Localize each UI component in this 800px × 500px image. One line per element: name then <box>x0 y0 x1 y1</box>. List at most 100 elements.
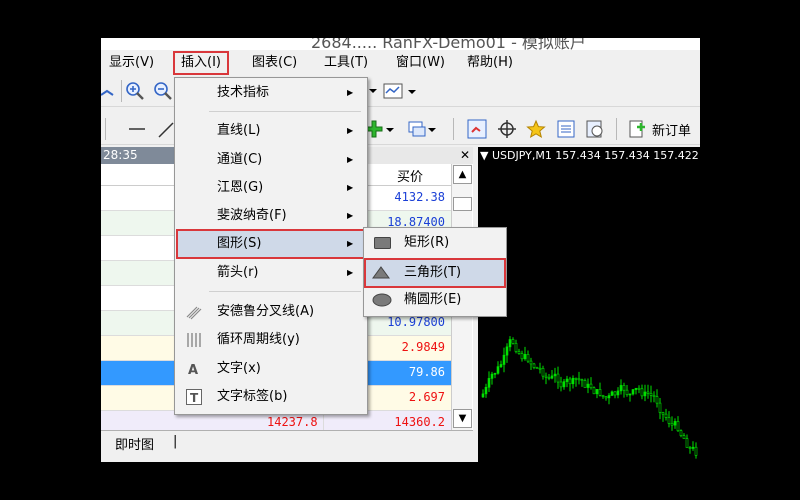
submenu-arrow-icon: ▶ <box>347 268 354 277</box>
ask-value: 2.9849 <box>401 340 445 354</box>
menu-item-cycle-lines[interactable]: 循环周期线(y) <box>177 327 365 353</box>
menu-item-label: 江恩(G) <box>217 180 264 195</box>
navigator-icon[interactable] <box>585 119 605 139</box>
menu-item-label: 斐波纳奇(F) <box>217 208 287 223</box>
candle-body <box>514 343 518 352</box>
cycle-lines-icon <box>185 331 203 349</box>
menu-item-andrews-pitchfork[interactable]: 安德鲁分叉线(A) <box>177 299 365 325</box>
scroll-down-icon[interactable]: ▼ <box>453 409 472 428</box>
menu-insert[interactable]: 插入(I) <box>173 51 229 75</box>
data-window-icon[interactable] <box>556 119 576 139</box>
new-order-icon[interactable] <box>627 119 647 139</box>
menu-item-lines[interactable]: 直线(L) ▶ <box>177 118 365 144</box>
bid-value: 14237.8 <box>267 415 318 429</box>
toolbar-icon[interactable] <box>101 81 119 101</box>
horizontal-line-icon[interactable] <box>127 119 147 139</box>
chevron-down-icon[interactable] <box>404 81 424 101</box>
menu-item-label: 安德鲁分叉线(A) <box>217 304 315 319</box>
candle-body <box>643 391 647 397</box>
candle-body <box>616 390 620 396</box>
favorites-icon[interactable] <box>526 119 546 139</box>
submenu-arrow-icon: ▶ <box>347 211 354 220</box>
zoom-in-icon[interactable] <box>125 81 145 101</box>
candle-body <box>523 354 527 360</box>
menu-item-text[interactable]: A 文字(x) <box>177 356 365 382</box>
toolbar-separator <box>616 118 617 140</box>
tab-separator: | <box>173 434 178 449</box>
candle-body <box>535 367 539 369</box>
toolbar-separator <box>121 80 122 102</box>
chart-template-icon[interactable] <box>383 81 403 101</box>
ask-value: 2.697 <box>408 390 445 404</box>
submenu-arrow-icon: ▶ <box>347 126 354 135</box>
candle-body <box>601 395 605 397</box>
chevron-down-icon[interactable] <box>424 119 444 139</box>
toolbar-dropdown-icon[interactable] <box>365 81 385 101</box>
crosshair-icon[interactable] <box>497 119 517 139</box>
menu-view[interactable]: 显示(V) <box>103 53 160 73</box>
chevron-down-icon[interactable] <box>382 119 402 139</box>
menu-item-ellipse[interactable]: 椭圆形(E) <box>366 287 504 313</box>
menu-window[interactable]: 窗口(W) <box>390 53 451 73</box>
menu-tools[interactable]: 工具(T) <box>318 53 374 73</box>
candle-body <box>694 446 698 456</box>
ask-value: 14360.2 <box>394 415 445 429</box>
menu-item-shapes[interactable]: 图形(S) ▶ <box>176 229 366 259</box>
candlestick-series <box>481 336 698 459</box>
menu-separator <box>209 291 361 292</box>
candle-body <box>583 380 587 388</box>
candle-body <box>628 393 632 396</box>
menu-item-label: 椭圆形(E) <box>404 292 462 307</box>
title-bar: 2684..... RanFX-Demo01 - 模拟账户 <box>101 38 700 50</box>
candle-body <box>670 423 674 426</box>
close-icon[interactable]: ✕ <box>459 147 471 164</box>
candle-body <box>667 417 671 424</box>
candle-body <box>565 378 569 382</box>
candle-body <box>679 430 683 436</box>
ask-column-header[interactable]: 买价 <box>397 166 423 185</box>
candle-body <box>487 378 491 388</box>
menu-item-triangle[interactable]: 三角形(T) <box>364 258 506 288</box>
menu-item-fibonacci[interactable]: 斐波纳奇(F) ▶ <box>177 203 365 229</box>
menu-item-label: 通道(C) <box>217 152 263 167</box>
candle-body <box>484 386 488 395</box>
scroll-thumb[interactable] <box>453 197 472 211</box>
candle-body <box>562 381 566 388</box>
new-order-button[interactable]: 新订单 <box>652 120 691 139</box>
menu-charts[interactable]: 图表(C) <box>246 53 303 73</box>
scroll-up-icon[interactable]: ▲ <box>453 165 472 184</box>
candle-body <box>691 446 695 449</box>
candle-body <box>688 447 692 449</box>
shapes-submenu: 矩形(R) 三角形(T) 椭圆形(E) <box>363 227 507 317</box>
tab-tick-chart[interactable]: 即时图 <box>115 434 154 453</box>
menu-help[interactable]: 帮助(H) <box>461 53 519 73</box>
candle-body <box>625 389 629 395</box>
menu-item-rectangle[interactable]: 矩形(R) <box>366 230 504 256</box>
submenu-arrow-icon: ▶ <box>347 88 354 97</box>
menu-item-label: 文字标签(b) <box>217 389 288 404</box>
candle-body <box>553 373 557 377</box>
menu-item-arrows[interactable]: 箭头(r) ▶ <box>177 260 365 286</box>
menu-item-gann[interactable]: 江恩(G) ▶ <box>177 175 365 201</box>
rectangle-icon <box>374 237 391 249</box>
menu-bar: 显示(V) 插入(I) 图表(C) 工具(T) 窗口(W) 帮助(H) <box>101 50 700 76</box>
auto-scroll-icon[interactable] <box>467 119 487 139</box>
triangle-icon <box>372 266 390 279</box>
trendline-icon[interactable] <box>155 119 175 139</box>
candle-body <box>517 351 521 354</box>
candle-body <box>649 393 653 396</box>
menu-item-indicators[interactable]: 技术指标 ▶ <box>177 80 365 106</box>
candle-body <box>508 339 512 348</box>
candle-body <box>550 375 554 379</box>
ask-value: 10.97800 <box>387 315 445 329</box>
candle-body <box>499 364 503 367</box>
bottom-tab-bar: 即时图 | <box>101 430 473 453</box>
menu-item-channels[interactable]: 通道(C) ▶ <box>177 147 365 173</box>
menu-item-label: 图形(S) <box>217 236 262 251</box>
candle-body <box>673 421 677 426</box>
zoom-out-icon[interactable] <box>153 81 173 101</box>
price-chart[interactable]: ▼ USDJPY,M1 157.434 157.434 157.422 <box>478 147 700 462</box>
menu-item-text-label[interactable]: T 文字标签(b) <box>177 384 365 410</box>
candle-body <box>505 346 509 356</box>
text-label-icon: T <box>185 388 203 406</box>
